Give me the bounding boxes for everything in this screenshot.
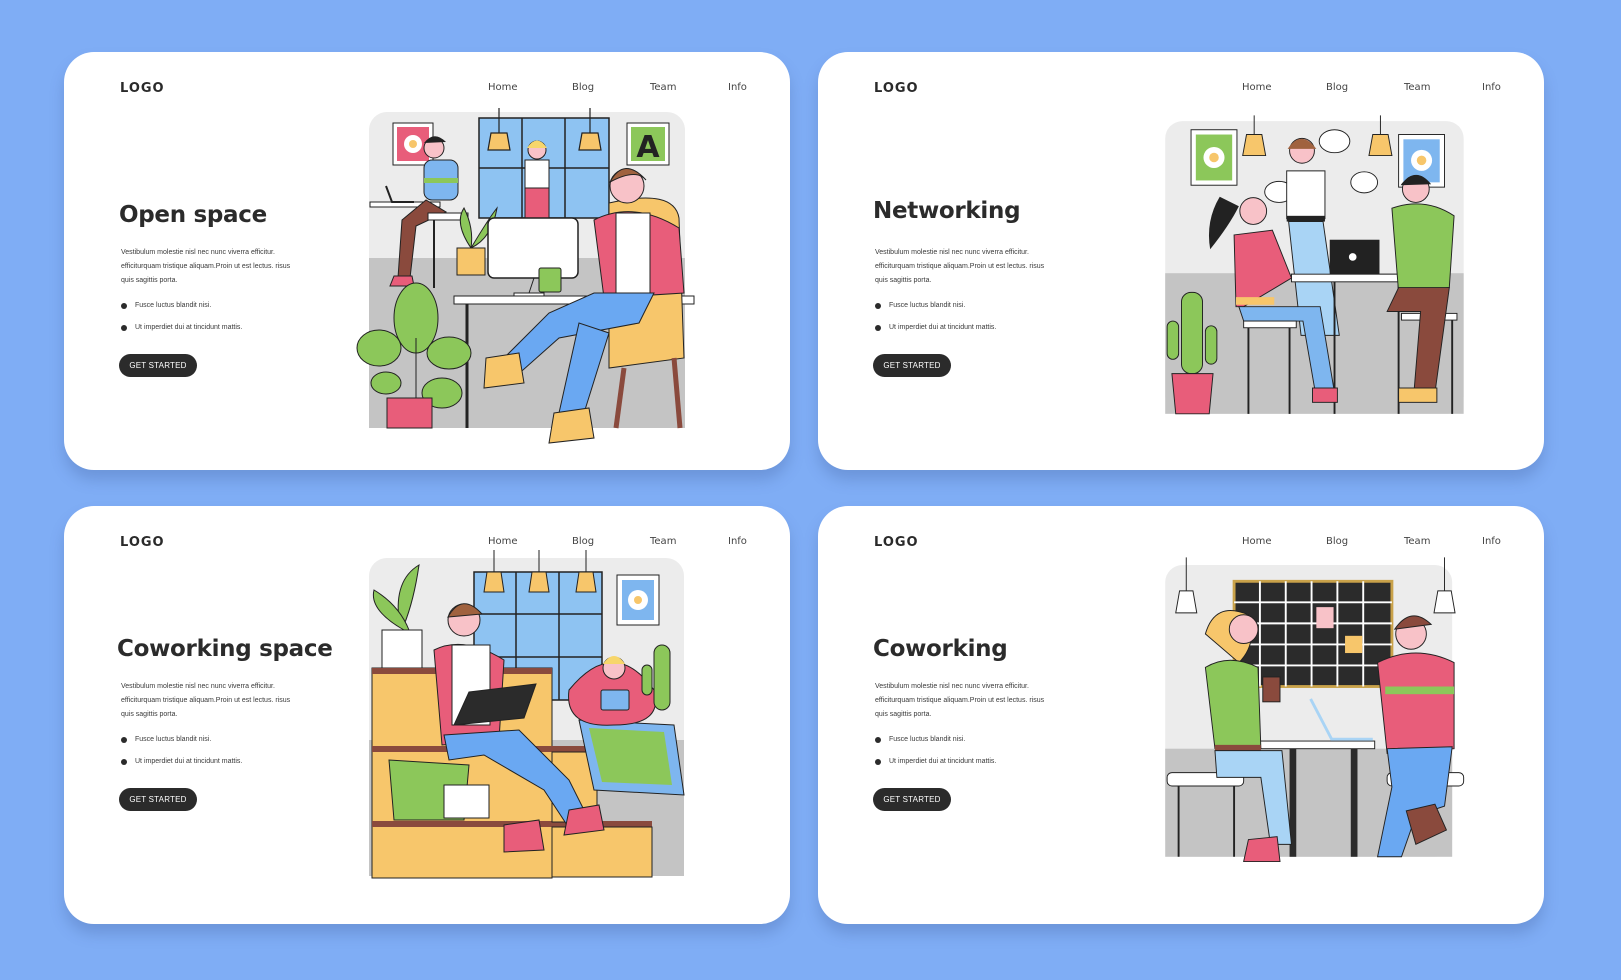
feature-list: Fusce luctus blandit nisi. Ut imperdiet … <box>121 735 242 779</box>
landing-card-open-space: LOGO Home Blog Team Info Open space Vest… <box>64 52 790 470</box>
bullet-icon <box>875 303 881 309</box>
hero-description: Vestibulum molestie nisl nec nunc viverr… <box>121 683 291 718</box>
coworking-space-illustration <box>369 550 685 879</box>
hero-description: Vestibulum molestie nisl nec nunc viverr… <box>875 683 1045 718</box>
nav-team[interactable]: Team <box>1404 82 1430 93</box>
nav-team[interactable]: Team <box>650 536 676 547</box>
bullet-icon <box>875 759 881 765</box>
feature-item: Ut imperdiet dui at tincidunt mattis. <box>121 757 242 779</box>
hero-description: Vestibulum molestie nisl nec nunc viverr… <box>875 249 1045 284</box>
feature-item: Ut imperdiet dui at tincidunt mattis. <box>875 757 996 779</box>
bullet-icon <box>875 737 881 743</box>
get-started-button[interactable]: GET STARTED <box>119 788 197 811</box>
landing-card-coworking-space: LOGO Home Blog Team Info Coworking space… <box>64 506 790 924</box>
flower-poster-icon <box>1190 129 1238 186</box>
hero-title: Coworking space <box>117 636 333 662</box>
nav-home[interactable]: Home <box>1242 82 1272 93</box>
logo[interactable]: LOGO <box>120 535 165 550</box>
feature-list: Fusce luctus blandit nisi. Ut imperdiet … <box>121 301 242 345</box>
svg-text:A: A <box>636 130 660 165</box>
nav-info[interactable]: Info <box>1482 82 1501 93</box>
rug-icon <box>578 719 685 796</box>
nav-home[interactable]: Home <box>488 536 518 547</box>
feature-item: Fusce luctus blandit nisi. <box>121 301 242 323</box>
hero-title: Coworking <box>873 636 1008 662</box>
letter-a-poster-icon: A <box>626 122 670 166</box>
laptop-icon <box>600 689 630 711</box>
standing-woman <box>524 140 550 219</box>
feature-list: Fusce luctus blandit nisi. Ut imperdiet … <box>875 301 996 345</box>
get-started-button[interactable]: GET STARTED <box>119 354 197 377</box>
coworking-illustration <box>1165 557 1465 863</box>
nav-blog[interactable]: Blog <box>572 536 594 547</box>
feature-item: Fusce luctus blandit nisi. <box>121 735 242 757</box>
cactus-pot <box>1171 373 1214 415</box>
hero-title: Networking <box>873 198 1021 224</box>
flower-poster-icon <box>616 574 660 626</box>
logo[interactable]: LOGO <box>874 81 919 96</box>
feature-item: Ut imperdiet dui at tincidunt mattis. <box>121 323 242 345</box>
bullet-icon <box>121 759 127 765</box>
hero-title: Open space <box>119 202 267 228</box>
get-started-button[interactable]: GET STARTED <box>873 788 951 811</box>
logo[interactable]: LOGO <box>874 535 919 550</box>
feature-item: Ut imperdiet dui at tincidunt mattis. <box>875 323 996 345</box>
feature-list: Fusce luctus blandit nisi. Ut imperdiet … <box>875 735 996 779</box>
feature-item: Fusce luctus blandit nisi. <box>875 735 996 757</box>
nav-blog[interactable]: Blog <box>572 82 594 93</box>
landing-card-networking: LOGO Home Blog Team Info Networking Vest… <box>818 52 1544 470</box>
top-nav: Home Blog Team Info <box>1218 82 1501 98</box>
nav-blog[interactable]: Blog <box>1326 536 1348 547</box>
nav-info[interactable]: Info <box>1482 536 1501 547</box>
feature-item: Fusce luctus blandit nisi. <box>875 301 996 323</box>
get-started-button[interactable]: GET STARTED <box>873 354 951 377</box>
mug-icon <box>538 267 562 293</box>
landing-card-coworking: LOGO Home Blog Team Info Coworking Vesti… <box>818 506 1544 924</box>
open-space-illustration: A <box>356 108 695 444</box>
bullet-icon <box>875 325 881 331</box>
nav-home[interactable]: Home <box>1242 536 1272 547</box>
table <box>1291 273 1412 283</box>
nav-blog[interactable]: Blog <box>1326 82 1348 93</box>
nav-info[interactable]: Info <box>728 82 747 93</box>
logo[interactable]: LOGO <box>120 81 165 96</box>
bullet-icon <box>121 325 127 331</box>
nav-team[interactable]: Team <box>650 82 676 93</box>
bullet-icon <box>121 737 127 743</box>
plant-pot <box>386 397 433 429</box>
networking-illustration <box>1165 115 1464 415</box>
nav-info[interactable]: Info <box>728 536 747 547</box>
nav-team[interactable]: Team <box>1404 536 1430 547</box>
bullet-icon <box>121 303 127 309</box>
nav-home[interactable]: Home <box>488 82 518 93</box>
hero-description: Vestibulum molestie nisl nec nunc viverr… <box>121 249 291 284</box>
coffee-cup-icon <box>1262 676 1281 703</box>
top-nav: Home Blog Team Info <box>464 82 747 98</box>
